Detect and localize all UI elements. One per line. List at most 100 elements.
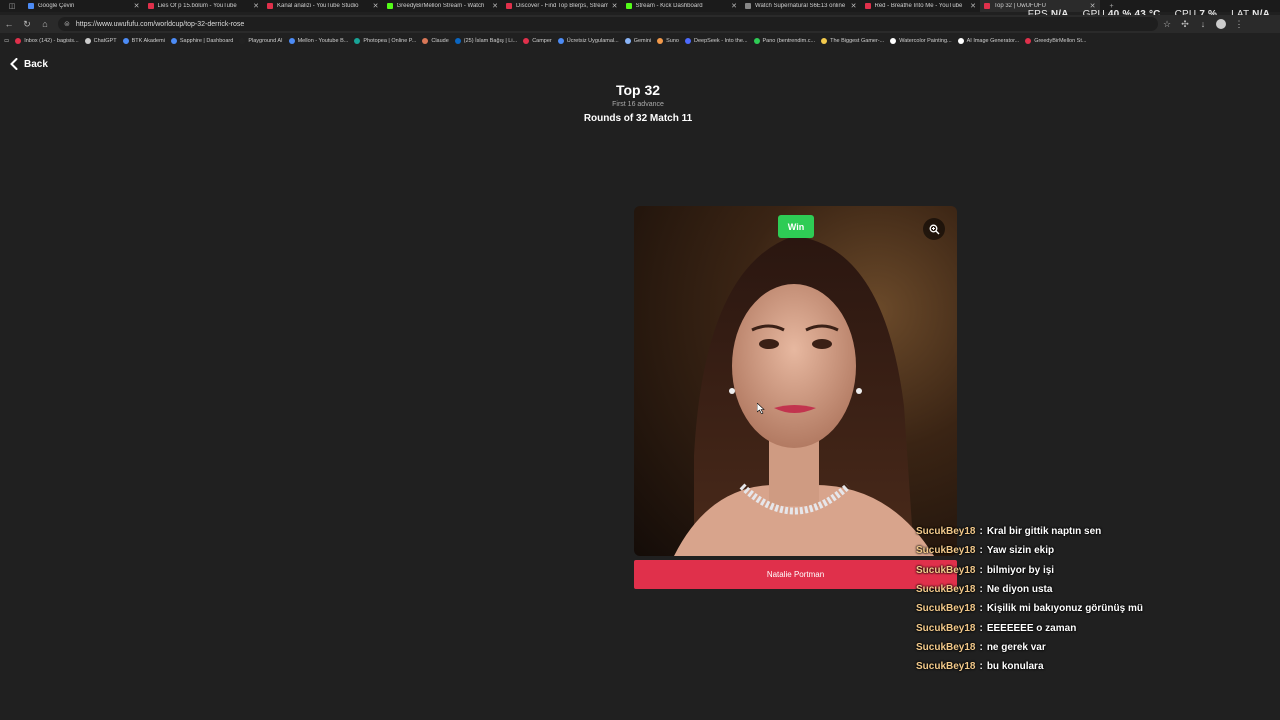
tab-title: GreedyBirMellon Stream - Watch (396, 3, 485, 9)
chat-username: SucukBey18 (916, 622, 976, 634)
tab-title: Discover - Find Top Blerps, Stream (516, 3, 608, 9)
bookmark-item[interactable]: Claude (422, 38, 449, 44)
chat-text: Ne diyon usta (986, 584, 1053, 596)
tab-close-icon[interactable]: ✕ (731, 2, 737, 10)
bookmark-item[interactable]: Pano (bentrendim.c... (753, 38, 815, 44)
zoom-in-button[interactable] (923, 218, 945, 240)
bookmarks-folder-icon[interactable]: ▭ (4, 38, 9, 44)
tab-close-icon[interactable]: ✕ (253, 2, 259, 10)
bookmark-item[interactable]: GreedyBirMellon St... (1025, 38, 1086, 44)
bookmark-item[interactable]: Suno (657, 38, 679, 44)
home-icon[interactable]: ⌂ (36, 15, 54, 33)
bookmark-label: Sapphire | Dashboard (179, 38, 234, 44)
tab-3[interactable]: GreedyBirMellon Stream - Watch ✕ (383, 0, 503, 12)
tab-title: Watch Supernatural S6E13 online (755, 3, 846, 9)
bookmark-item[interactable]: Camper (523, 38, 552, 44)
bookmark-item[interactable]: Sapphire | Dashboard (170, 38, 234, 44)
bookmark-item[interactable]: Photopea | Online P... (354, 38, 416, 44)
tab-search-icon[interactable]: ◫ (0, 0, 24, 12)
url-text: https://www.uwufufu.com/worldcup/top-32-… (75, 20, 245, 28)
bookmark-favicon-icon (354, 38, 361, 44)
bookmark-item[interactable]: Mellon - Youtube B... (288, 38, 348, 44)
tab-0[interactable]: Google Çeviri ✕ (24, 0, 144, 12)
bookmark-label: Claude (431, 38, 449, 44)
site-info-icon[interactable]: ⊜ (64, 20, 70, 28)
tab-close-icon[interactable]: ✕ (612, 2, 618, 10)
bookmark-item[interactable]: Ücretsiz Uygulamal... (557, 38, 619, 44)
chat-separator: : (979, 545, 983, 557)
bookmark-label: Camper (532, 38, 552, 44)
bookmarks-bar: ▭ Inbox (142) - bagisis... ChatGPT BTK Akad… (0, 35, 1280, 47)
chat-message: SucukBey18: EEEEEEE o zaman (916, 618, 1256, 637)
tab-7[interactable]: Red - Breathe Into Me - YouTube ✕ (861, 0, 981, 12)
chat-message: SucukBey18: Yaw sizin ekip (916, 541, 1256, 560)
tab-title: Lies Of p 15.bölüm - YouTube (157, 3, 237, 9)
bookmark-favicon-icon (753, 38, 760, 44)
bookmark-label: (25) İslam Bağış | Li... (463, 38, 518, 44)
extensions-icon[interactable]: ✣ (1176, 15, 1194, 33)
chat-message: SucukBey18: bu konulara (916, 657, 1256, 676)
bookmark-item[interactable]: AI Image Generator... (957, 38, 1020, 44)
chevron-left-icon (10, 58, 18, 70)
win-badge: Win (778, 215, 814, 238)
tab-1[interactable]: Lies Of p 15.bölüm - YouTube ✕ (144, 0, 264, 12)
bookmark-item[interactable]: Inbox (142) - bagisis... (15, 38, 79, 44)
bookmark-item[interactable]: (25) İslam Bağış | Li... (454, 38, 518, 44)
chat-separator: : (979, 564, 983, 576)
back-arrow-icon[interactable]: ← (0, 15, 18, 33)
bookmark-favicon-icon (657, 38, 664, 44)
back-button[interactable]: Back (10, 58, 48, 70)
bookmark-item[interactable]: DeepSeek - Into the... (685, 38, 748, 44)
bookmark-favicon-icon (685, 38, 691, 44)
chat-username: SucukBey18 (916, 584, 976, 596)
bookmark-label: Inbox (142) - bagisis... (24, 38, 79, 44)
chat-username: SucukBey18 (916, 603, 976, 615)
download-icon[interactable]: ↓ (1194, 15, 1212, 33)
tab-close-icon[interactable]: ✕ (492, 2, 498, 10)
chat-separator: : (979, 641, 983, 653)
tab-close-icon[interactable]: ✕ (851, 2, 857, 10)
bookmark-item[interactable]: ChatGPT (84, 38, 117, 44)
chat-message: SucukBey18: Kral bir gittik naptın sen (916, 522, 1256, 541)
chat-overlay: SucukBey18: Kral bir gittik naptın sen Suc… (916, 522, 1256, 676)
menu-icon[interactable]: ⋮ (1230, 15, 1248, 33)
chat-text: Kişilik mi bakıyonuz görünüş mü (986, 603, 1143, 615)
tab-2[interactable]: Kanal analizi - YouTube Studio ✕ (263, 0, 383, 12)
tab-4[interactable]: Discover - Find Top Blerps, Stream ✕ (502, 0, 622, 12)
chat-text: EEEEEEE o zaman (986, 622, 1077, 634)
star-icon[interactable]: ☆ (1158, 15, 1176, 33)
bookmark-item[interactable]: Gemini (624, 38, 651, 44)
bookmark-favicon-icon (1025, 38, 1032, 44)
bookmark-item[interactable]: BTK Akademi (122, 38, 165, 44)
profile-avatar[interactable] (1212, 15, 1230, 33)
bookmark-item[interactable]: Playground AI (239, 38, 283, 44)
chat-username: SucukBey18 (916, 564, 976, 576)
bookmark-label: AI Image Generator... (966, 38, 1020, 44)
chat-text: ne gerek var (986, 641, 1046, 653)
address-bar[interactable]: ⊜ https://www.uwufufu.com/worldcup/top-3… (58, 17, 1158, 31)
tab-favicon-icon (147, 3, 154, 9)
back-label: Back (24, 58, 48, 70)
mouse-cursor-icon (757, 403, 765, 414)
bookmark-item[interactable]: Watercolor Painting... (890, 38, 952, 44)
bookmark-favicon-icon (170, 38, 177, 44)
chat-text: bu konulara (986, 661, 1044, 673)
bookmark-label: Playground AI (248, 38, 283, 44)
chat-username: SucukBey18 (916, 641, 976, 653)
tab-5[interactable]: Stream - Kick Dashboard ✕ (622, 0, 742, 12)
bookmark-item[interactable]: The Biggest Gamer-... (821, 38, 884, 44)
contestant-name-button[interactable]: Natalie Portman (634, 560, 957, 589)
magnifier-icon (929, 224, 939, 234)
tab-close-icon[interactable]: ✕ (970, 2, 976, 10)
tab-close-icon[interactable]: ✕ (373, 2, 379, 10)
tab-close-icon[interactable]: ✕ (134, 2, 140, 10)
tab-6[interactable]: Watch Supernatural S6E13 online ✕ (741, 0, 861, 12)
contestant-image[interactable] (634, 206, 957, 556)
reload-icon[interactable]: ↻ (18, 15, 36, 33)
bookmark-label: DeepSeek - Into the... (694, 38, 748, 44)
tab-favicon-icon (267, 3, 273, 9)
browser-toolbar: ← ↻ ⌂ ⊜ https://www.uwufufu.com/worldcup… (0, 15, 1280, 33)
bookmark-favicon-icon (122, 38, 129, 44)
chat-separator: : (979, 584, 983, 596)
round-label: Rounds of 32 Match 11 (583, 113, 693, 124)
